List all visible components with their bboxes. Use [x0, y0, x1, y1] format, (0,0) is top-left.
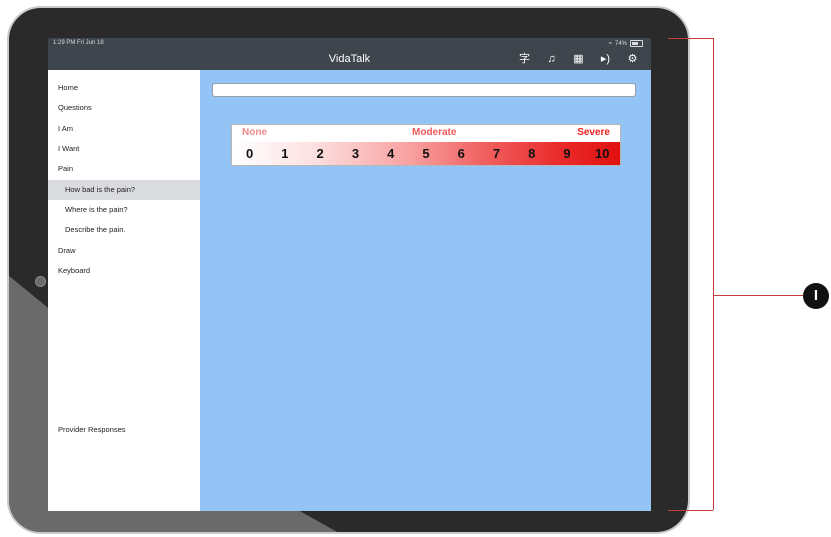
pain-level-9[interactable]: 9: [549, 142, 584, 165]
callout-bracket-side: [713, 38, 714, 510]
sidebar-item-draw[interactable]: Draw: [48, 241, 200, 261]
sidebar-item-describe-pain[interactable]: Describe the pain.: [48, 220, 200, 240]
scale-label-moderate: Moderate: [412, 127, 457, 138]
music-icon[interactable]: ♫: [545, 53, 558, 66]
device-screen: 1:29 PM Fri Jun 18 ≈ 74% VidaTalk 字 ♫ ▦ …: [48, 38, 651, 511]
status-time: 1:29 PM Fri Jun 18: [53, 40, 104, 46]
sidebar-item-keyboard[interactable]: Keyboard: [48, 261, 200, 281]
callout-bracket-bottom: [668, 510, 713, 511]
language-icon[interactable]: 字: [518, 53, 531, 66]
pain-level-7[interactable]: 7: [479, 142, 514, 165]
callout-bracket-top: [668, 38, 713, 39]
sidebar-item-where-pain[interactable]: Where is the pain?: [48, 200, 200, 220]
sidebar-item-pain[interactable]: Pain: [48, 159, 200, 179]
pain-level-3[interactable]: 3: [338, 142, 373, 165]
message-input[interactable]: [212, 83, 636, 97]
pain-level-8[interactable]: 8: [514, 142, 549, 165]
gear-icon[interactable]: ⚙: [626, 53, 639, 66]
battery-icon: [630, 40, 643, 47]
scale-label-none: None: [242, 127, 267, 138]
calendar-icon[interactable]: ▦: [572, 53, 585, 66]
pain-level-2[interactable]: 2: [303, 142, 338, 165]
pain-level-1[interactable]: 1: [267, 142, 302, 165]
pain-scale: None Moderate Severe 0 1 2 3 4 5 6 7 8 9…: [231, 124, 621, 166]
sidebar-item-i-am[interactable]: I Am: [48, 119, 200, 139]
sidebar-item-how-bad[interactable]: How bad is the pain?: [48, 180, 200, 200]
battery-percent: 74%: [614, 40, 627, 47]
speaker-icon[interactable]: ▸): [599, 53, 612, 66]
toolbar-icons: 字 ♫ ▦ ▸) ⚙: [518, 53, 639, 66]
sidebar: Home Questions I Am I Want Pain How bad …: [48, 70, 200, 511]
navigation-bar: VidaTalk 字 ♫ ▦ ▸) ⚙: [48, 50, 651, 70]
sidebar-item-i-want[interactable]: I Want: [48, 139, 200, 159]
scale-label-severe: Severe: [577, 127, 610, 138]
pain-scale-labels: None Moderate Severe: [232, 126, 620, 140]
callout-leader-line: [713, 295, 803, 296]
pain-level-4[interactable]: 4: [373, 142, 408, 165]
camera-dot: [35, 276, 46, 287]
pain-scale-bar: 0 1 2 3 4 5 6 7 8 9 10: [232, 142, 620, 165]
pain-level-5[interactable]: 5: [408, 142, 443, 165]
sidebar-item-questions[interactable]: Questions: [48, 98, 200, 118]
callout-badge: I: [803, 283, 829, 309]
pain-level-6[interactable]: 6: [444, 142, 479, 165]
sidebar-item-home[interactable]: Home: [48, 78, 200, 98]
status-bar: 1:29 PM Fri Jun 18 ≈ 74%: [48, 38, 651, 50]
status-indicators: ≈ 74%: [609, 40, 643, 47]
pain-level-10[interactable]: 10: [585, 142, 620, 165]
pain-level-0[interactable]: 0: [232, 142, 267, 165]
sidebar-item-provider-responses[interactable]: Provider Responses: [48, 420, 200, 440]
wifi-icon: ≈: [608, 40, 612, 47]
